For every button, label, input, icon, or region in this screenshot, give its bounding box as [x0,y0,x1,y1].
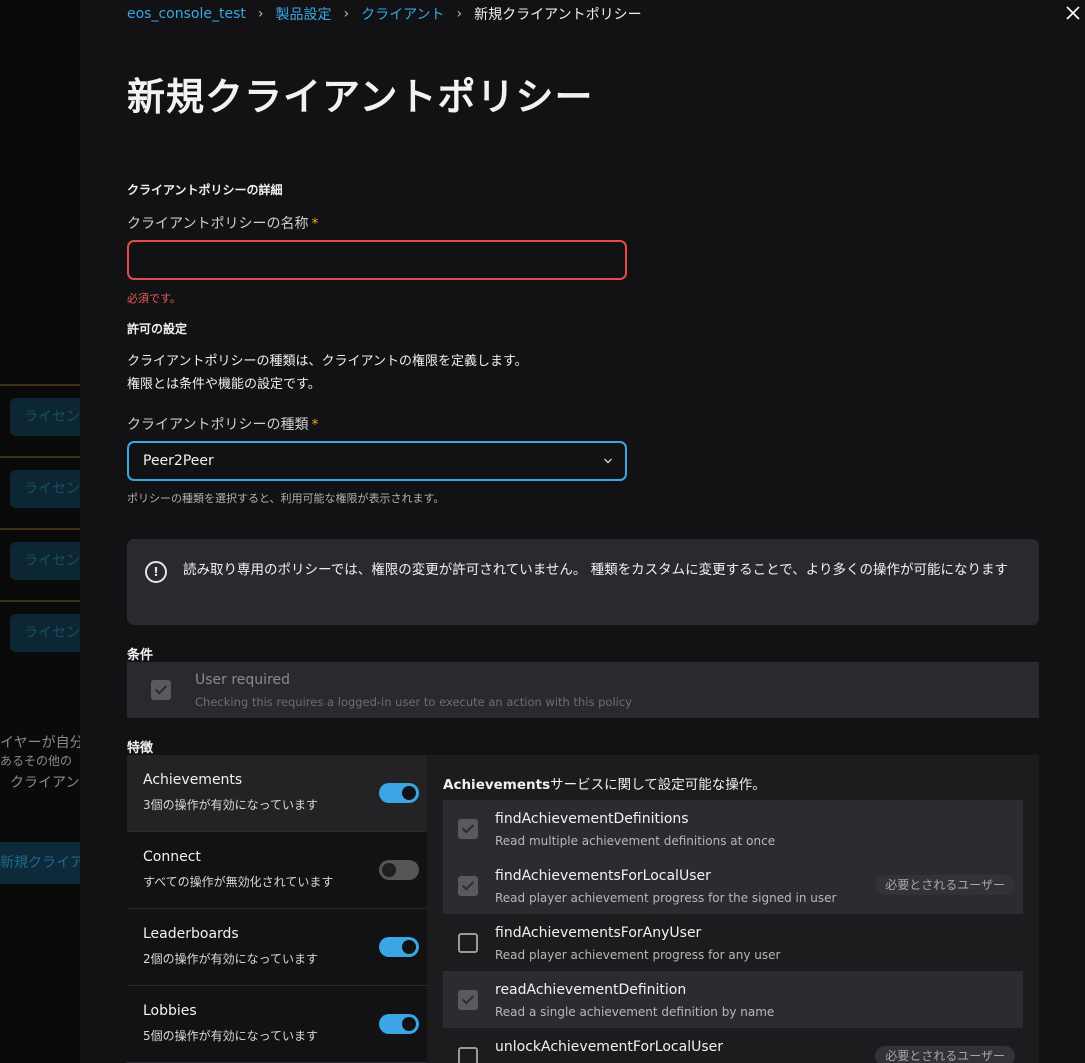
feature-item-connect[interactable]: Connect すべての操作が無効化されています [127,832,427,909]
background-text: あるその他の [0,754,73,768]
permissions-description-line: クライアントポリシーの種類は、クライアントの権限を定義します。 [127,354,528,369]
operation-checkbox[interactable] [458,933,478,953]
background-pill: ライセン [10,398,80,436]
info-icon: ! [145,561,167,583]
feature-status: 2個の操作が有効になっています [143,952,319,966]
details-section-title: クライアントポリシーの詳細 [127,183,283,197]
breadcrumb-current: 新規クライアントポリシー [474,7,642,23]
background-button: 新規クライア [0,842,80,884]
policy-type-hint: ポリシーの種類を選択すると、利用可能な権限が表示されます。 [127,492,445,505]
feature-item-leaderboards[interactable]: Leaderboards 2個の操作が有効になっています [127,909,427,986]
background-row: ライセン [0,456,80,528]
policy-name-label: クライアントポリシーの名称 * [127,213,318,233]
operation-checkbox[interactable] [458,876,478,896]
breadcrumb-link-clients[interactable]: クライアント [361,4,444,24]
background-page: ライセン ライセン ライセン ライセン イヤーが自分 あるその他の クライアン … [0,0,80,1063]
close-icon[interactable] [1065,4,1085,24]
operation-name: unlockAchievementForLocalUser [495,1039,723,1055]
breadcrumb: eos_console_test › 製品設定 › クライアント › 新規クライ… [127,4,642,24]
operation-checkbox[interactable] [458,990,478,1010]
operation-description: Read multiple achievement definitions at… [495,834,776,848]
toggle-knob [402,786,416,800]
background-row: ライセン [0,528,80,600]
feature-item-achievements[interactable]: Achievements 3個の操作が有効になっています [127,755,427,832]
condition-user-required: User required Checking this requires a l… [127,662,1039,718]
operation-description: Read player achievement progress for any… [495,948,781,962]
operation-name: findAchievementDefinitions [495,811,689,827]
background-pill: ライセン [10,470,80,508]
condition-title: User required [195,672,291,688]
policy-name-error: 必須です。 [127,292,181,305]
feature-status: 5個の操作が有効になっています [143,1029,319,1043]
features-heading: 特徴 [127,741,154,756]
user-required-badge: 必要とされるユーザー [875,1046,1015,1063]
policy-type-value: Peer2Peer [143,453,214,469]
read-only-banner: ! 読み取り専用のポリシーでは、権限の変更が許可されていません。 種類をカスタム… [127,539,1039,625]
feature-name: Lobbies [143,1003,197,1019]
condition-checkbox [151,680,171,700]
feature-name: Achievements [143,772,243,788]
required-mark: * [311,216,319,232]
required-mark: * [311,417,319,433]
operations-panel: Achievementsサービスに関して設定可能な操作。 findAchieve… [427,755,1039,1063]
operation-checkbox[interactable] [458,819,478,839]
operation-row[interactable]: findAchievementsForAnyUser Read player a… [443,914,1023,971]
feature-name: Leaderboards [143,926,239,942]
banner-text: 読み取り専用のポリシーでは、権限の変更が許可されていません。 種類をカスタムに変… [183,562,1008,578]
page-title: 新規クライアントポリシー [127,75,594,119]
new-client-policy-drawer: eos_console_test › 製品設定 › クライアント › 新規クライ… [80,0,1085,1063]
operation-row[interactable]: findAchievementsForLocalUser Read player… [443,857,1023,914]
operation-description: Read player achievement progress for the… [495,891,837,905]
feature-list: Achievements 3個の操作が有効になっています Connect すべて… [127,755,427,1063]
chevron-right-icon: › [257,6,264,22]
background-pill: ライセン [10,542,80,580]
chevron-right-icon: › [343,6,350,22]
operation-row[interactable]: readAchievementDefinition Read a single … [443,971,1023,1028]
feature-toggle[interactable] [379,783,419,803]
chevron-down-icon [603,443,613,493]
feature-status: すべての操作が無効化されています [143,875,334,889]
operation-description: Read a single achievement definition by … [495,1005,775,1019]
chevron-right-icon: › [456,6,463,22]
operation-name: findAchievementsForLocalUser [495,868,711,884]
operations-heading-suffix: サービスに関して設定可能な操作。 [550,777,766,793]
policy-type-label: クライアントポリシーの種類 * [127,414,318,434]
feature-name: Connect [143,849,201,865]
operation-name: readAchievementDefinition [495,982,687,998]
background-row: ライセン [0,384,80,456]
feature-toggle[interactable] [379,1014,419,1034]
operation-name: findAchievementsForAnyUser [495,925,702,941]
permissions-description-line: 権限とは条件や機能の設定です。 [127,377,321,392]
feature-status: 3個の操作が有効になっています [143,798,319,812]
toggle-knob [382,863,396,877]
feature-toggle[interactable] [379,937,419,957]
permissions-description: クライアントポリシーの種類は、クライアントの権限を定義します。 権限とは条件や機… [127,350,528,396]
breadcrumb-link-product-settings[interactable]: 製品設定 [275,4,331,24]
background-text: イヤーが自分 [0,735,80,751]
feature-toggle[interactable] [379,860,419,880]
feature-item-lobbies[interactable]: Lobbies 5個の操作が有効になっています [127,986,427,1063]
operation-row[interactable]: unlockAchievementForLocalUser 必要とされるユーザー [443,1028,1023,1063]
background-pill: ライセン [10,614,80,652]
policy-type-select[interactable]: Peer2Peer [127,441,627,481]
operation-checkbox[interactable] [458,1047,478,1063]
operations-heading: Achievementsサービスに関して設定可能な操作。 [443,773,766,793]
operation-row[interactable]: findAchievementDefinitions Read multiple… [443,800,1023,857]
conditions-heading: 条件 [127,648,154,663]
policy-type-label-text: クライアントポリシーの種類 [127,417,309,433]
policy-name-input[interactable] [127,240,627,280]
permissions-section-title: 許可の設定 [127,322,188,336]
policy-name-label-text: クライアントポリシーの名称 [127,216,309,232]
background-text: クライアン [10,775,80,791]
breadcrumb-link-project[interactable]: eos_console_test [127,6,246,22]
condition-description: Checking this requires a logged-in user … [195,695,632,709]
toggle-knob [402,1017,416,1031]
user-required-badge: 必要とされるユーザー [875,875,1015,895]
operations-service-name: Achievements [443,777,551,793]
background-row: ライセン [0,600,80,672]
toggle-knob [402,940,416,954]
